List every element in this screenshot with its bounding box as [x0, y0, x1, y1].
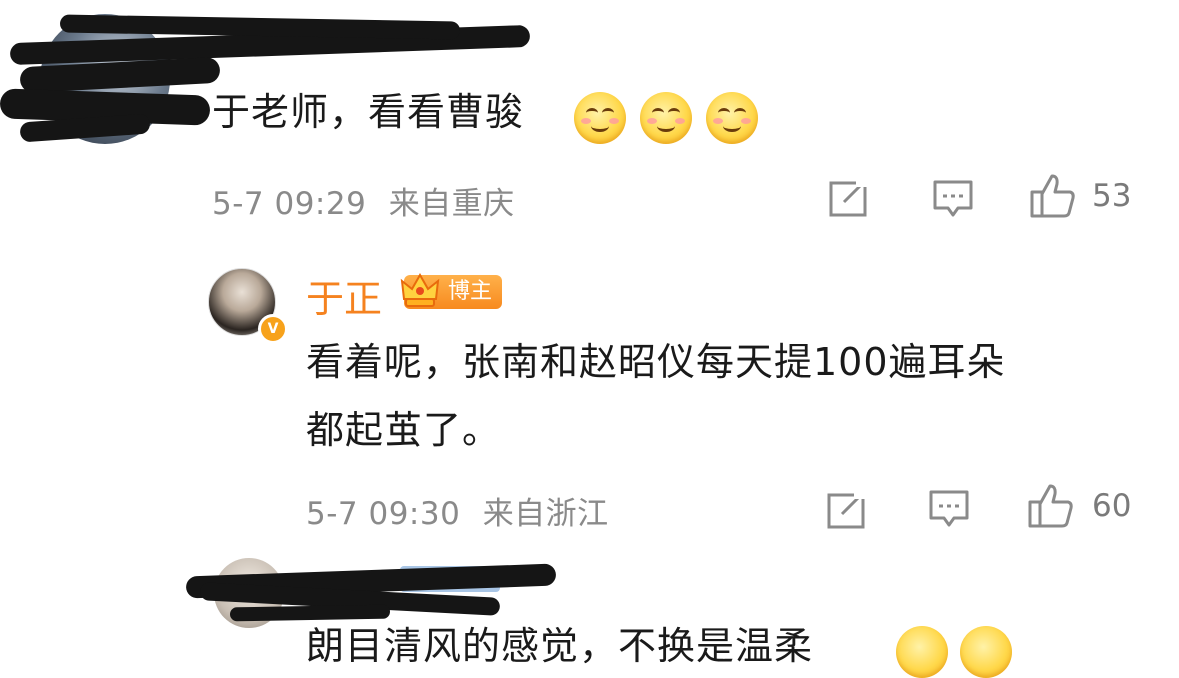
smile-emoji	[640, 92, 692, 144]
reply-text-line1: 看着呢，张南和赵昭仪每天提100遍耳朵	[306, 340, 1006, 384]
comment-icon[interactable]	[932, 178, 974, 220]
author-name[interactable]: 于正	[306, 268, 382, 323]
comment-location: 来自重庆	[388, 186, 515, 222]
comment-meta: 5-7 09:29 来自重庆	[212, 178, 515, 223]
reply-text-line2: 都起茧了。	[306, 408, 502, 452]
like-count: 53	[1092, 178, 1132, 214]
comment-time: 5-7 09:29	[212, 186, 367, 222]
emoji	[960, 626, 1012, 678]
reply-time: 5-7 09:30	[306, 496, 461, 532]
like-icon[interactable]	[1026, 482, 1074, 530]
smile-emoji	[706, 92, 758, 144]
reply-meta: 5-7 09:30 来自浙江	[306, 488, 609, 533]
badge-label: 博主	[448, 279, 493, 304]
reply-location: 来自浙江	[482, 496, 609, 532]
comment-text: 于老师，看看曹骏	[212, 90, 525, 134]
comment-text: 朗目清风的感觉，不换是温柔	[306, 624, 814, 668]
crown-icon	[400, 272, 440, 307]
share-icon[interactable]	[826, 490, 868, 530]
blogger-badge: 博主	[400, 272, 503, 309]
share-icon[interactable]	[828, 178, 870, 218]
verified-badge-icon: V	[258, 314, 288, 344]
comment-icon[interactable]	[928, 488, 970, 530]
emoji	[896, 626, 948, 678]
like-count: 60	[1092, 488, 1132, 524]
like-icon[interactable]	[1028, 172, 1076, 220]
smile-emoji	[574, 92, 626, 144]
